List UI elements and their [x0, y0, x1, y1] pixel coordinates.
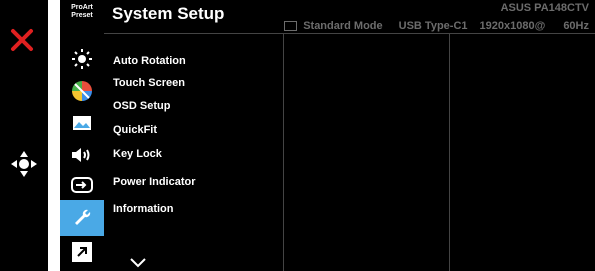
main-menu-sidebar: ProArt Preset	[60, 0, 104, 271]
sidebar-item-shortcut[interactable]	[72, 242, 92, 262]
sidebar-item-system-setup[interactable]	[60, 200, 104, 236]
brightness-icon	[72, 49, 92, 69]
model-name: ASUS PA148CTV	[500, 2, 589, 14]
proart-preset-logo[interactable]: ProArt Preset	[60, 4, 104, 20]
menu-item-osd-setup[interactable]: OSD Setup	[113, 100, 170, 112]
resolution-label: 1920x1080@	[479, 20, 546, 32]
header-status: ASUS PA148CTV Standard Mode USB Type-C1 …	[284, 2, 589, 32]
menu-item-power-indicator[interactable]: Power Indicator	[113, 176, 196, 188]
shortcut-arrow-icon	[77, 247, 87, 257]
column-divider-1	[283, 33, 284, 271]
status-row: Standard Mode USB Type-C1 1920x1080@ 60H…	[284, 20, 589, 32]
color-icon	[72, 81, 92, 101]
input-select-icon	[71, 177, 93, 193]
refresh-label: 60Hz	[563, 20, 589, 32]
sidebar-item-sound[interactable]	[68, 144, 96, 166]
sidebar-item-color[interactable]	[68, 80, 96, 102]
close-icon[interactable]	[10, 28, 34, 52]
input-label: USB Type-C1	[398, 20, 468, 32]
menu-item-touch-screen[interactable]: Touch Screen	[113, 77, 185, 89]
monitor-icon	[284, 21, 298, 31]
wrench-icon	[75, 209, 91, 225]
menu-item-key-lock[interactable]: Key Lock	[113, 148, 162, 160]
speaker-icon	[72, 148, 90, 162]
osd-panel: ProArt Preset System Setup ASUS PA148CTV…	[60, 0, 595, 271]
proart-logo-line: ProArt	[71, 4, 93, 11]
mode-label: Standard Mode	[303, 20, 383, 32]
sidebar-item-input[interactable]	[68, 174, 96, 196]
header-divider	[104, 33, 595, 34]
menu-item-quickfit[interactable]: QuickFit	[113, 124, 157, 136]
page-title: System Setup	[112, 4, 225, 23]
image-icon	[73, 116, 91, 130]
sidebar-item-image[interactable]	[68, 112, 96, 134]
menu-item-auto-rotation[interactable]: Auto Rotation	[113, 55, 186, 67]
preset-logo-line: Preset	[71, 12, 93, 19]
chevron-down-icon[interactable]	[130, 258, 146, 268]
hardware-key-strip	[0, 0, 48, 271]
sidebar-item-brightness[interactable]	[68, 48, 96, 70]
column-divider-2	[449, 33, 450, 271]
joystick-icon[interactable]	[10, 150, 38, 178]
menu-item-information[interactable]: Information	[113, 203, 174, 215]
